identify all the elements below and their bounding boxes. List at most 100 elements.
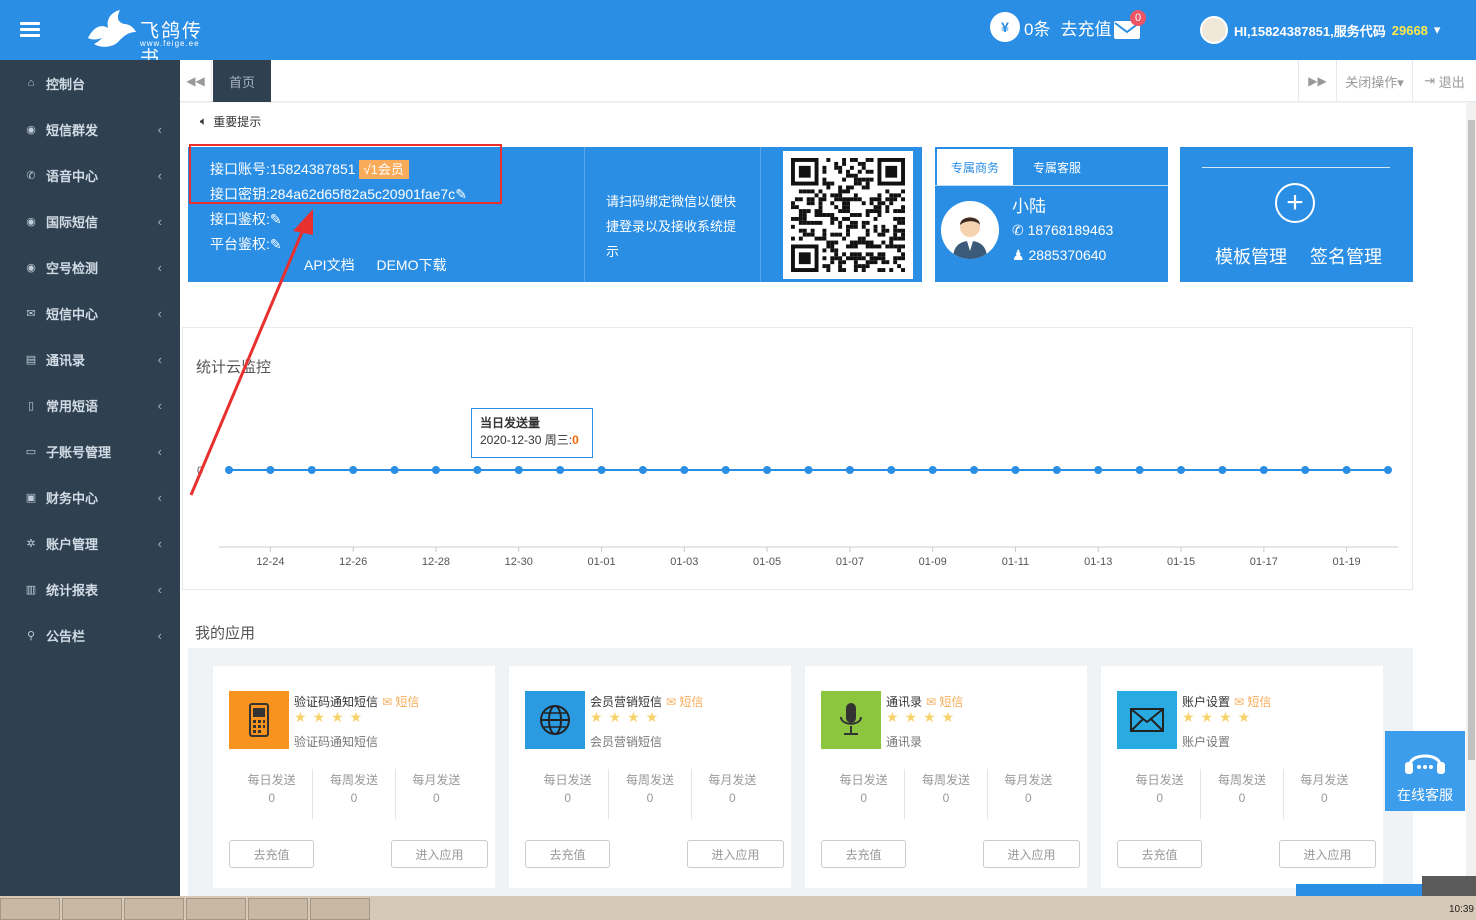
sidebar-item-finance[interactable]: ▣ 财务中心 ‹ bbox=[0, 474, 180, 520]
online-service-button[interactable]: 在线客服 bbox=[1385, 731, 1465, 811]
sidebar-item-phrases[interactable]: ▯ 常用短语 ‹ bbox=[0, 382, 180, 428]
tab-scroll-left-button[interactable]: ◀◀ bbox=[180, 60, 212, 102]
envelope-icon bbox=[1117, 691, 1177, 749]
sidebar-item-account[interactable]: ✲ 账户管理 ‹ bbox=[0, 520, 180, 566]
app-type: 短信 bbox=[1247, 695, 1272, 709]
scrollbar-thumb[interactable] bbox=[1468, 120, 1475, 760]
app-card-account-settings[interactable]: 账户设置 ✉ 短信 ★★★★ 账户设置 每日发送 0 每周发送 0 每月发送 0 去充值… bbox=[1101, 666, 1383, 888]
logo-url: www.feige.ee bbox=[140, 39, 200, 48]
exit-button[interactable]: ⇥ 退出 bbox=[1412, 60, 1476, 102]
start-button[interactable] bbox=[0, 898, 60, 920]
recharge-button[interactable]: 去充值 bbox=[525, 840, 610, 868]
service-phone: ✆ 18768189463 bbox=[1012, 222, 1113, 239]
dashboard-icon: ◉ bbox=[26, 261, 36, 274]
signature-management-link[interactable]: 签名管理 bbox=[1310, 247, 1382, 267]
recharge-link[interactable]: 去充值 bbox=[1060, 15, 1111, 40]
x-tick-label: 01-17 bbox=[1250, 556, 1278, 568]
tooltip-value: 0 bbox=[572, 433, 579, 447]
tab-scroll-right-button[interactable]: ▶▶ bbox=[1298, 60, 1336, 102]
balance-count: 0条 bbox=[1024, 19, 1051, 39]
enter-app-button[interactable]: 进入应用 bbox=[391, 840, 488, 868]
tooltip-date: 2020-12-30 周三: bbox=[480, 433, 573, 447]
sidebar-item-label: 控制台 bbox=[46, 76, 86, 92]
x-tick-label: 12-30 bbox=[505, 556, 533, 568]
tab-home[interactable]: 首页 bbox=[213, 60, 271, 102]
taskbar-app-wechat[interactable] bbox=[186, 898, 246, 920]
stat-daily: 每日发送 0 bbox=[823, 769, 906, 819]
menu-toggle-icon[interactable] bbox=[20, 22, 40, 38]
app-card-contacts[interactable]: 通讯录 ✉ 短信 ★★★★ 通讯录 每日发送 0 每周发送 0 每月发送 0 去充值 进… bbox=[805, 666, 1087, 888]
important-notice[interactable]: 🔈︎ 重要提示 bbox=[200, 113, 261, 130]
chevron-left-icon: ‹ bbox=[157, 351, 162, 367]
app-name: 通讯录 bbox=[886, 695, 923, 709]
chevron-left-icon: ‹ bbox=[157, 305, 162, 321]
sidebar-item-sms-bulk[interactable]: ◉ 短信群发 ‹ bbox=[0, 106, 180, 152]
recharge-button[interactable]: 去充值 bbox=[1117, 840, 1202, 868]
recharge-button[interactable]: 去充值 bbox=[229, 840, 314, 868]
sidebar-item-label: 短信中心 bbox=[46, 306, 99, 322]
service-card: 专属商务 专属客服 小陆 ✆ 18768189463 ♟ 2885370640 bbox=[935, 147, 1168, 282]
user-menu[interactable]: HI,15824387851,服务代码 29668 ▾ bbox=[1200, 16, 1440, 44]
tab-business[interactable]: 专属商务 bbox=[937, 149, 1013, 185]
data-point bbox=[638, 466, 647, 474]
sidebar-item-intl-sms[interactable]: ◉ 国际短信 ‹ bbox=[0, 198, 180, 244]
search-icon: ⚲ bbox=[26, 629, 36, 642]
taskbar-app-browser[interactable] bbox=[62, 898, 122, 920]
os-taskbar: 10:39 bbox=[0, 896, 1476, 920]
file-icon: ▯ bbox=[27, 399, 35, 412]
avatar bbox=[941, 201, 999, 259]
recharge-button[interactable]: 去充值 bbox=[821, 840, 906, 868]
enter-app-button[interactable]: 进入应用 bbox=[1279, 840, 1376, 868]
taskbar-app-explorer[interactable] bbox=[248, 898, 308, 920]
close-operations-dropdown[interactable]: 关闭操作▾ bbox=[1336, 60, 1412, 102]
stat-daily: 每日发送 0 bbox=[1119, 769, 1202, 819]
online-service-label: 在线客服 bbox=[1397, 787, 1453, 803]
sidebar-item-console[interactable]: ⌂ 控制台 bbox=[0, 60, 180, 106]
data-point bbox=[1384, 466, 1392, 474]
app-card-verification[interactable]: 验证码通知短信 ✉ 短信 ★★★★ 验证码通知短信 每日发送 0 每周发送 0 每月发… bbox=[213, 666, 495, 888]
sidebar-item-sms-center[interactable]: ✉ 短信中心 ‹ bbox=[0, 290, 180, 336]
data-point bbox=[680, 466, 689, 474]
ime-toolbar[interactable] bbox=[1422, 876, 1476, 896]
taskbar-app-notes[interactable] bbox=[310, 898, 370, 920]
qq-icon: ♟ bbox=[1012, 247, 1025, 263]
phone-device-icon bbox=[229, 691, 289, 749]
sidebar-item-contacts[interactable]: ▤ 通讯录 ‹ bbox=[0, 336, 180, 382]
rating-stars: ★★★★ bbox=[590, 709, 665, 725]
sidebar-item-voice[interactable]: ✆ 语音中心 ‹ bbox=[0, 152, 180, 198]
mail-badge: 0 bbox=[1130, 10, 1146, 26]
plus-circle-icon[interactable]: + bbox=[1275, 183, 1315, 223]
logo[interactable]: 飞鸽传书 www.feige.ee bbox=[84, 8, 214, 69]
volume-icon: 🔈︎ bbox=[200, 114, 208, 128]
app-type: 短信 bbox=[939, 695, 964, 709]
data-point bbox=[1135, 466, 1144, 474]
app-card-marketing[interactable]: 会员营销短信 ✉ 短信 ★★★★ 会员营销短信 每日发送 0 每周发送 0 每月发送 0… bbox=[509, 666, 791, 888]
divider bbox=[584, 147, 585, 282]
sidebar-item-sub-accounts[interactable]: ▭ 子账号管理 ‹ bbox=[0, 428, 180, 474]
chevron-left-icon: ‹ bbox=[157, 121, 162, 137]
template-management-link[interactable]: 模板管理 bbox=[1215, 247, 1287, 267]
enter-app-button[interactable]: 进入应用 bbox=[687, 840, 784, 868]
stat-daily: 每日发送 0 bbox=[231, 769, 314, 819]
chevron-left-icon: ‹ bbox=[157, 443, 162, 459]
sidebar-item-bulletin[interactable]: ⚲ 公告栏 ‹ bbox=[0, 612, 180, 658]
taskbar-app-messenger[interactable] bbox=[124, 898, 184, 920]
desktop-icon: ▭ bbox=[25, 445, 37, 458]
apps-section-title: 我的应用 bbox=[195, 625, 256, 642]
data-point bbox=[431, 466, 440, 474]
enter-app-button[interactable]: 进入应用 bbox=[983, 840, 1080, 868]
data-point bbox=[473, 466, 482, 474]
x-tick-label: 01-13 bbox=[1084, 556, 1112, 568]
chat-icon bbox=[1405, 754, 1445, 774]
sidebar-item-label: 统计报表 bbox=[46, 582, 99, 598]
sidebar-item-reports[interactable]: ▥ 统计报表 ‹ bbox=[0, 566, 180, 612]
sidebar-item-label: 短信群发 bbox=[46, 122, 99, 138]
tab-support[interactable]: 专属客服 bbox=[1019, 149, 1095, 185]
stat-daily: 每日发送 0 bbox=[527, 769, 610, 819]
line-chart: 012-2412-2612-2812-3001-0101-0301-0501-0… bbox=[197, 465, 1398, 568]
sidebar-item-number-check[interactable]: ◉ 空号检测 ‹ bbox=[0, 244, 180, 290]
data-point bbox=[1259, 466, 1268, 474]
balance-area: ¥ 0条 去充值 bbox=[990, 12, 1111, 42]
demo-download-link[interactable]: DEMO下载 bbox=[376, 257, 446, 273]
data-point bbox=[1342, 466, 1351, 474]
